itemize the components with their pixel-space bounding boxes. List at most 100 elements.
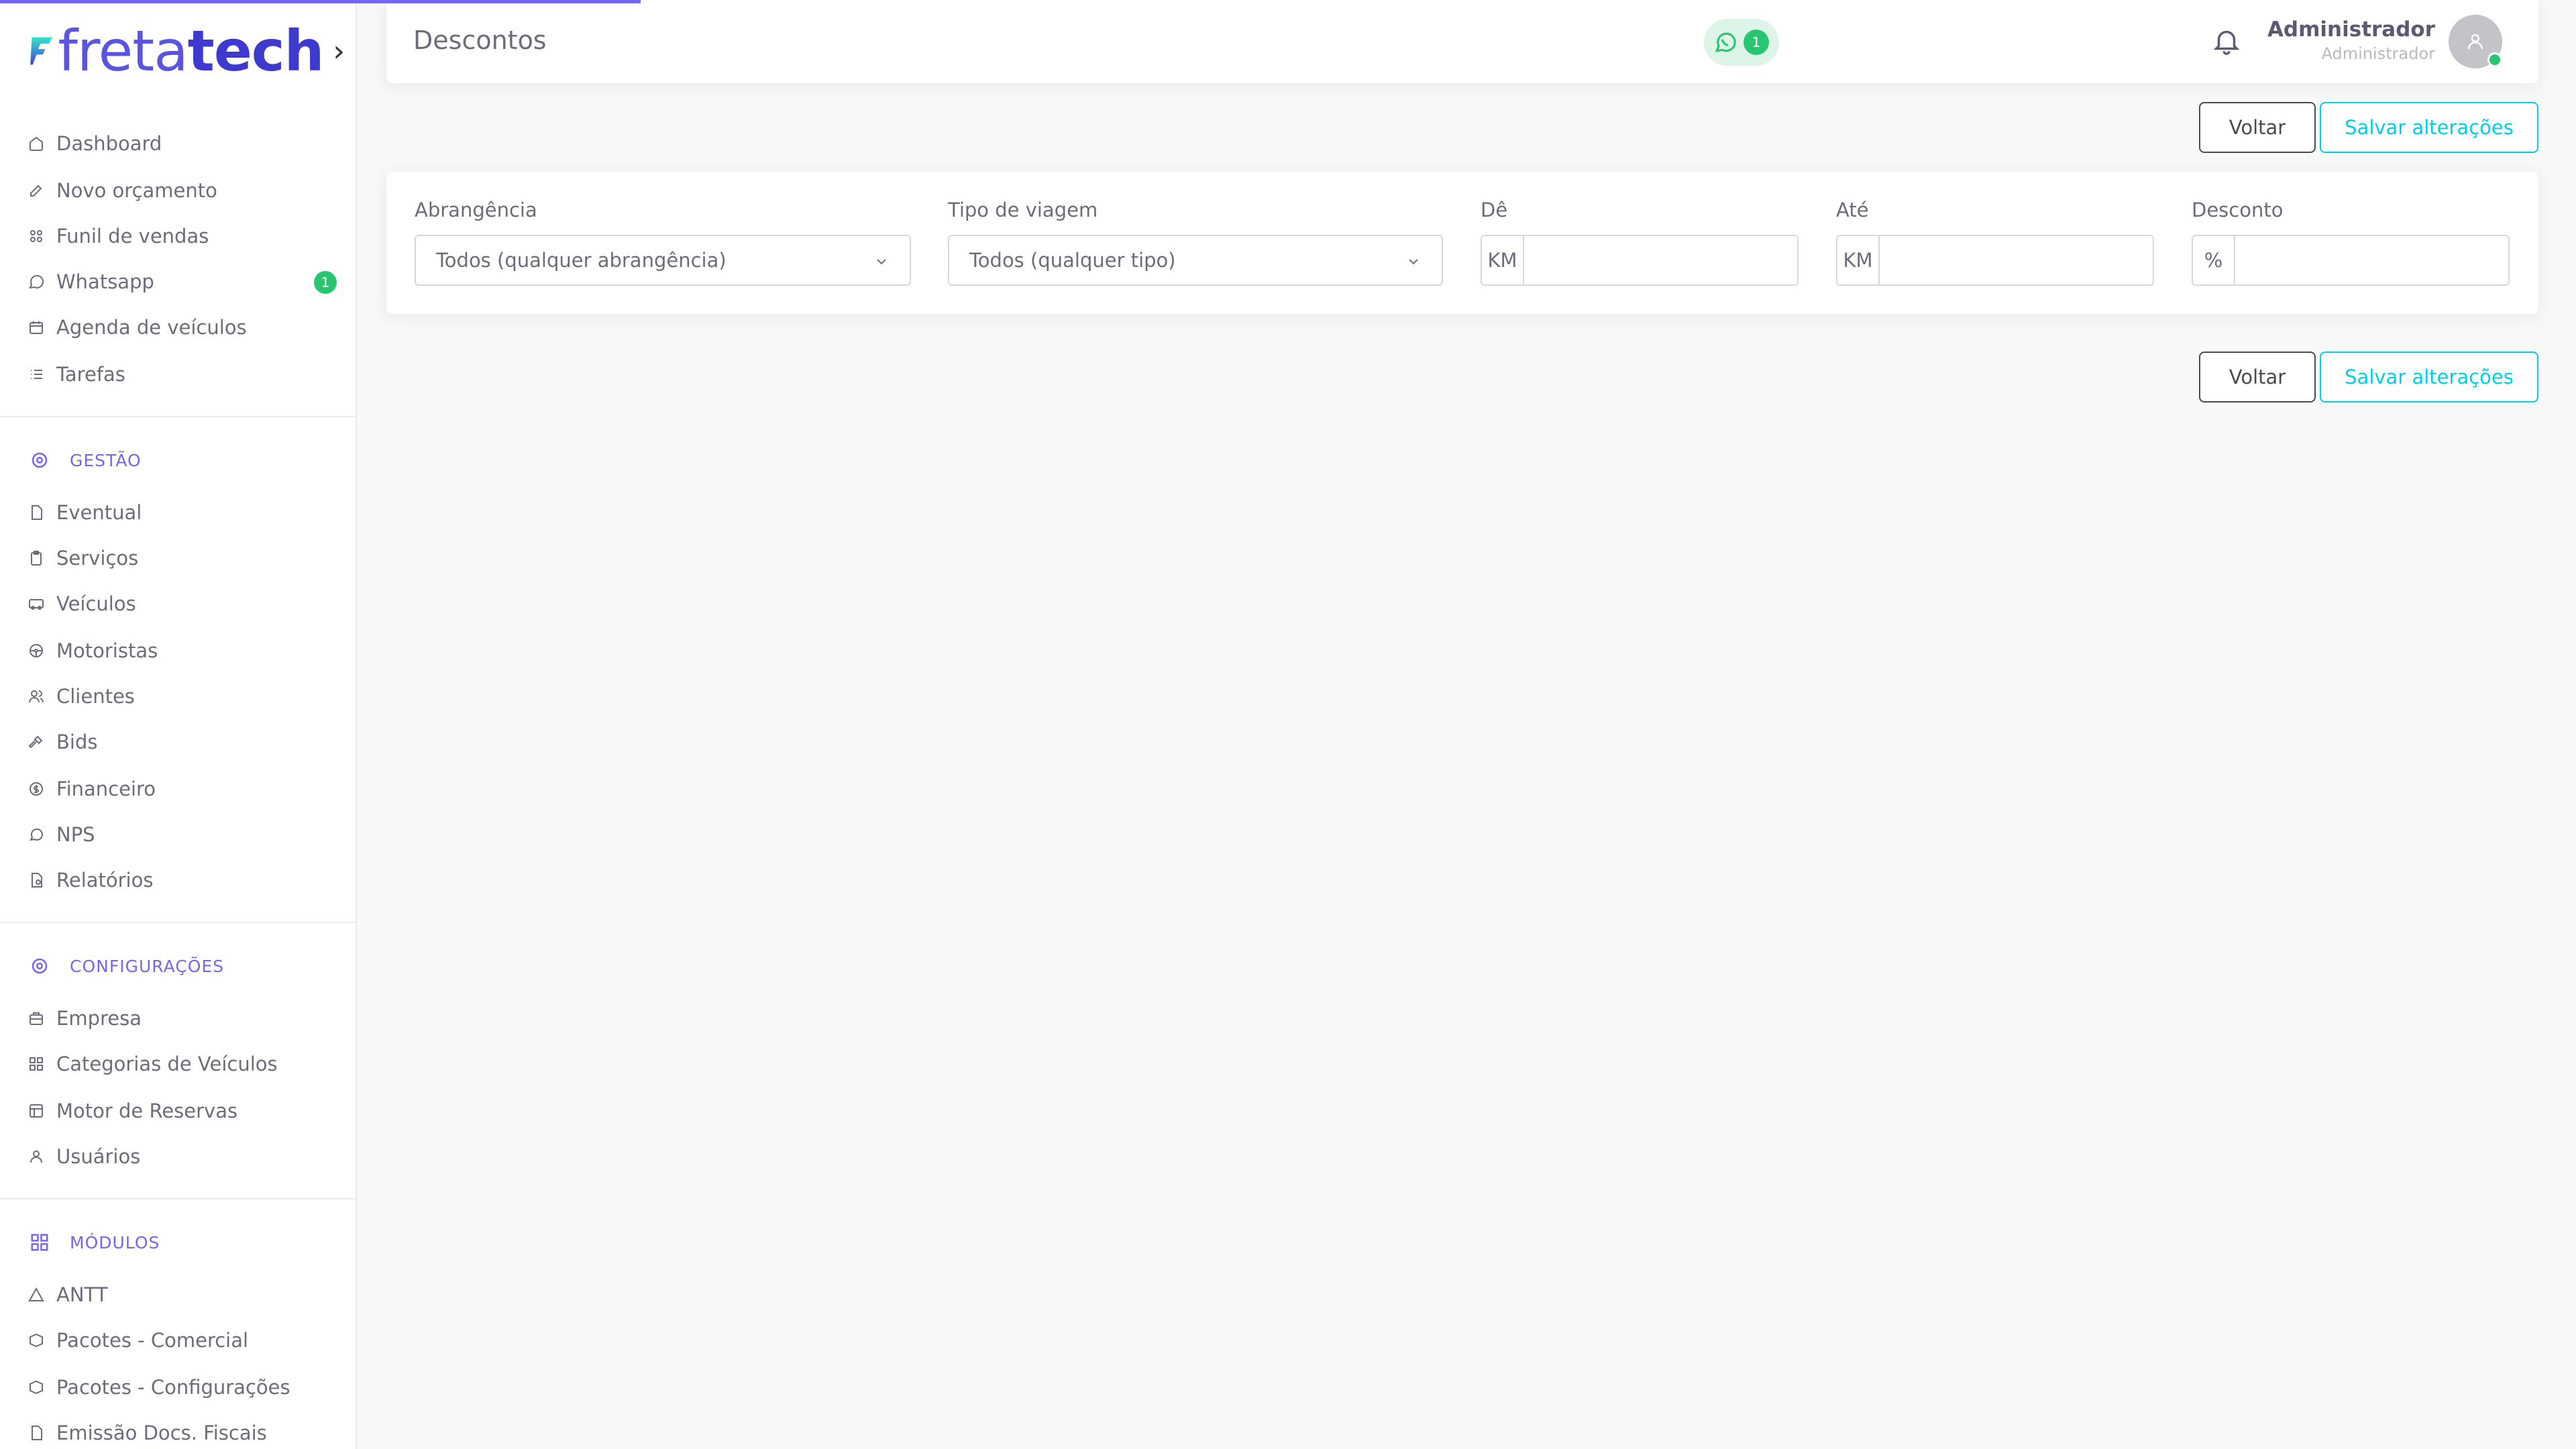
whatsapp-count-badge: 1 — [1743, 30, 1769, 55]
edit-icon — [27, 181, 46, 200]
dollar-icon — [27, 780, 46, 798]
bell-icon[interactable] — [2211, 25, 2242, 56]
report-icon — [27, 871, 46, 890]
sidebar-item-motoristas[interactable]: Motoristas — [27, 633, 342, 668]
sidebar-item-pacotes-configuracoes[interactable]: Pacotes - Configurações — [27, 1370, 342, 1405]
sidebar-item-financeiro[interactable]: Financeiro — [27, 771, 342, 806]
sidebar-item-servicos[interactable]: Serviços — [27, 541, 342, 576]
sidebar-item-label: Serviços — [56, 547, 139, 570]
logo-text: fretatech — [58, 18, 324, 84]
package-icon — [27, 1331, 46, 1350]
discount-group: % — [2192, 235, 2510, 286]
chevron-down-icon — [1409, 259, 1418, 265]
list-icon — [27, 365, 46, 384]
fretatech-logo[interactable]: fretatech › — [30, 17, 345, 85]
sidebar-item-whatsapp[interactable]: Whatsapp 1 — [27, 264, 342, 299]
sidebar-item-label: Usuários — [56, 1145, 141, 1168]
sidebar-item-relatorios[interactable]: Relatórios — [27, 863, 342, 898]
sidebar-item-bids[interactable]: Bids — [27, 724, 342, 759]
back-button[interactable]: Voltar — [2199, 352, 2316, 402]
sidebar-item-label: Categorias de Veículos — [56, 1053, 278, 1075]
back-button[interactable]: Voltar — [2199, 102, 2316, 153]
sidebar-item-label: Relatórios — [56, 869, 154, 892]
sidebar-item-label: Tarefas — [56, 363, 125, 386]
scope-label: Abrangência — [415, 199, 537, 221]
sidebar-item-emissao-docs-fiscais[interactable]: Emissão Docs. Fiscais — [27, 1415, 342, 1449]
loading-progress-bar — [0, 0, 641, 3]
sidebar-item-dashboard[interactable]: Dashboard — [27, 126, 342, 161]
section-title: MÓDULOS — [70, 1232, 160, 1252]
sidebar-item-categorias-de-veiculos[interactable]: Categorias de Veículos — [27, 1046, 342, 1081]
from-km-input[interactable] — [1524, 236, 1797, 284]
gear-icon — [30, 956, 50, 976]
scope-select[interactable]: Todos (qualquer abrangência) — [415, 235, 911, 286]
sidebar-item-label: Emissão Docs. Fiscais — [56, 1421, 267, 1444]
sidebar-item-agenda-de-veiculos[interactable]: Agenda de veículos — [27, 310, 342, 345]
grid-icon — [30, 1232, 50, 1252]
chat-icon — [27, 825, 46, 844]
scope-selected-value: Todos (qualquer abrangência) — [436, 249, 727, 272]
file-icon — [27, 503, 46, 522]
discount-label: Desconto — [2192, 199, 2284, 221]
chevron-down-icon — [877, 259, 886, 265]
whatsapp-icon — [27, 272, 46, 291]
sidebar-item-empresa[interactable]: Empresa — [27, 1001, 342, 1036]
online-status-dot — [2487, 52, 2502, 67]
users-icon — [27, 687, 46, 706]
sidebar-item-veiculos[interactable]: Veículos — [27, 586, 342, 621]
sidebar-item-nps[interactable]: NPS — [27, 817, 342, 852]
section-gestao: GESTÃO — [30, 443, 142, 478]
sidebar-item-pacotes-comercial[interactable]: Pacotes - Comercial — [27, 1323, 342, 1358]
top-header: Descontos 1 Administrador Administrador — [386, 0, 2538, 83]
sidebar-item-label: NPS — [56, 823, 95, 846]
user-icon — [2467, 34, 2483, 50]
to-km-input[interactable] — [1880, 236, 2153, 284]
sidebar-item-label: Novo orçamento — [56, 179, 217, 202]
save-changes-button[interactable]: Salvar alterações — [2320, 102, 2538, 153]
trip-type-selected-value: Todos (qualquer tipo) — [969, 249, 1176, 272]
section-title: GESTÃO — [70, 450, 142, 470]
sidebar-item-label: ANTT — [56, 1283, 108, 1306]
discount-form-card: Abrangência Todos (qualquer abrangência)… — [386, 172, 2538, 314]
sidebar-item-motor-de-reservas[interactable]: Motor de Reservas — [27, 1093, 342, 1128]
avatar[interactable] — [2449, 15, 2502, 68]
collapse-sidebar-toggle[interactable]: › — [333, 34, 345, 68]
whatsapp-button[interactable]: 1 — [1704, 19, 1779, 66]
discount-input[interactable] — [2235, 236, 2508, 284]
clipboard-icon — [27, 549, 46, 568]
trip-type-select[interactable]: Todos (qualquer tipo) — [948, 235, 1443, 286]
sidebar-item-label: Agenda de veículos — [56, 316, 247, 339]
section-modulos: MÓDULOS — [30, 1225, 160, 1260]
sidebar-item-tarefas[interactable]: Tarefas — [27, 357, 342, 392]
file-icon — [27, 1424, 46, 1442]
sidebar-item-funil-de-vendas[interactable]: Funil de vendas — [27, 219, 342, 254]
sidebar-item-usuarios[interactable]: Usuários — [27, 1139, 342, 1174]
steering-wheel-icon — [27, 641, 46, 660]
section-title: CONFIGURAÇÕES — [70, 956, 225, 976]
from-km-group: KM — [1481, 235, 1799, 286]
building-icon — [27, 1009, 46, 1028]
calendar-icon — [27, 318, 46, 337]
sidebar-item-label: Financeiro — [56, 777, 156, 800]
sidebar-item-antt[interactable]: ANTT — [27, 1277, 342, 1312]
package-icon — [27, 1378, 46, 1397]
km-addon: KM — [1482, 236, 1524, 284]
user-icon — [27, 1147, 46, 1166]
to-km-group: KM — [1836, 235, 2154, 286]
home-icon — [27, 134, 46, 153]
km-addon: KM — [1837, 236, 1880, 284]
from-label: Dê — [1481, 199, 1508, 221]
sidebar-item-label: Dashboard — [56, 132, 162, 155]
sidebar-item-novo-orcamento[interactable]: Novo orçamento — [27, 173, 342, 208]
sidebar-item-label: Motor de Reservas — [56, 1099, 238, 1122]
sidebar-item-clientes[interactable]: Clientes — [27, 679, 342, 714]
save-changes-button[interactable]: Salvar alterações — [2320, 352, 2538, 402]
user-name[interactable]: Administrador — [2267, 17, 2435, 42]
sidebar-item-eventual[interactable]: Eventual — [27, 495, 342, 530]
sidebar-divider — [0, 416, 357, 417]
sidebar-item-label: Funil de vendas — [56, 225, 209, 248]
sidebar-item-label: Whatsapp — [56, 270, 154, 293]
funnel-icon — [27, 227, 46, 246]
gavel-icon — [27, 733, 46, 751]
trip-type-label: Tipo de viagem — [948, 199, 1098, 221]
